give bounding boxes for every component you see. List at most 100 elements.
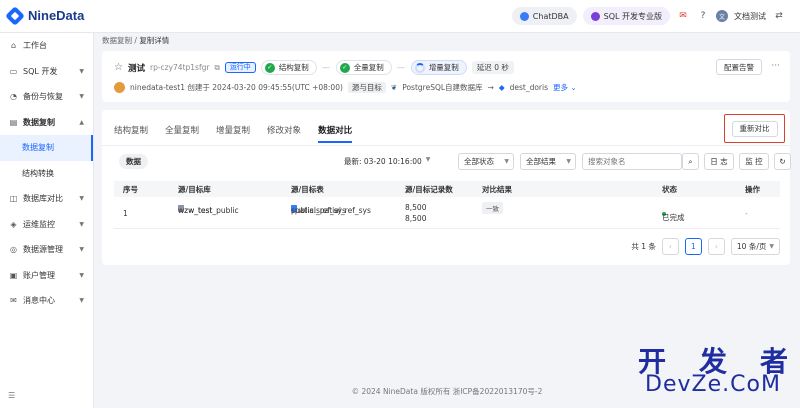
chevron-down-icon: ▼ <box>566 158 571 165</box>
more-icon[interactable]: ··· <box>771 61 780 71</box>
page-size-select[interactable]: 10 条/页 ▼ <box>730 238 780 255</box>
top-bar: NineData ChatDBA SQL 开发专业版 ✉ ? 文 文档测试 ⇄ <box>0 0 800 33</box>
collapse-sidebar-icon[interactable]: ☰ <box>8 391 15 400</box>
task-name: 测试 <box>127 63 145 74</box>
table-target: spatial_ref_sys <box>291 206 346 215</box>
page-1[interactable]: 1 <box>684 238 702 255</box>
config-alert-button[interactable]: 配置告警 <box>716 59 762 75</box>
language-icon[interactable]: ⇄ <box>772 9 786 23</box>
stage-full[interactable]: ✓ 全量复制 <box>335 60 392 75</box>
more-link[interactable]: 更多 ⌄ <box>553 82 577 93</box>
result-select[interactable]: 全部结果 ▼ <box>520 153 576 170</box>
check-icon: ✓ <box>264 62 275 73</box>
header-index: 序号 <box>123 185 138 194</box>
header-count: 源/目标记录数 <box>405 185 453 194</box>
header-table: 源/目标表 <box>291 185 324 194</box>
row-action[interactable]: - <box>745 209 748 218</box>
count-source: 8,500 <box>405 203 427 212</box>
sidebar: ⌂ 工作台 ▭ SQL 开发 ▼ ◔ 备份与恢复 ▼ ▤ 数据复制 ▲ 数据复制 结构转换 ◫… <box>0 33 94 408</box>
log-button[interactable]: 日 志 <box>704 153 734 170</box>
help-icon[interactable]: ? <box>696 9 710 23</box>
delay-badge: 延迟 0 秒 <box>471 61 514 74</box>
ninedata-logo-icon <box>5 5 25 26</box>
sidebar-item-backup[interactable]: ◔ 备份与恢复 ▼ <box>0 84 93 110</box>
sidebar-item-monitor[interactable]: ◈ 运维监控 ▼ <box>0 212 93 238</box>
sidebar-item-label: 工作台 <box>23 41 47 51</box>
header-db: 源/目标库 <box>178 185 211 194</box>
sidebar-item-label: SQL 开发 <box>23 66 58 76</box>
result-select-value: 全部结果 <box>526 157 556 166</box>
sidebar-item-messages[interactable]: ✉ 消息中心 ▼ <box>0 288 93 314</box>
chevron-down-icon: ▼ <box>79 246 84 254</box>
postgresql-icon: ❦ <box>390 83 398 92</box>
sidebar-item-label: 数据复制 <box>23 117 55 127</box>
source-name: PostgreSQL自建数据库 <box>402 83 483 92</box>
sidebar-subitem-replication[interactable]: 数据复制 <box>0 135 93 161</box>
sidebar-item-workbench[interactable]: ⌂ 工作台 <box>0 33 93 59</box>
page-size-value: 10 条/页 <box>736 242 767 251</box>
tab-incremental[interactable]: 增量复制 <box>216 124 250 143</box>
user-name[interactable]: 文档测试 <box>734 11 766 22</box>
row-status-label: 已完成 <box>662 213 685 222</box>
star-icon[interactable]: ☆ <box>114 62 123 73</box>
sidebar-item-account[interactable]: ▣ 账户管理 ▼ <box>0 263 93 289</box>
tab-modify-objects[interactable]: 修改对象 <box>267 124 301 143</box>
chevron-down-icon: ▼ <box>79 93 84 101</box>
logo[interactable]: NineData <box>5 5 84 26</box>
tab-structure[interactable]: 结构复制 <box>114 124 148 143</box>
chevron-down-icon: ▼ <box>79 271 84 279</box>
sidebar-subitem-schema-convert[interactable]: 结构转换 <box>0 161 93 187</box>
stage-label: 结构复制 <box>278 63 309 72</box>
status-select[interactable]: 全部状态 ▼ <box>458 153 514 170</box>
status-badge: 运行中 <box>224 62 256 73</box>
chevron-down-icon: ▼ <box>79 195 84 203</box>
table-header: 序号 源/目标库 源/目标表 源/目标记录数 对比结果 状态 操作 <box>114 181 780 197</box>
data-chip[interactable]: 数据 <box>119 154 148 169</box>
chevron-up-icon: ▲ <box>79 118 84 126</box>
sidebar-item-datasource[interactable]: ◎ 数据源管理 ▼ <box>0 237 93 263</box>
sidebar-item-db-compare[interactable]: ◫ 数据库对比 ▼ <box>0 186 93 212</box>
search-input[interactable] <box>582 153 682 170</box>
breadcrumb-parent[interactable]: 数据复制 <box>102 36 132 45</box>
next-page-icon[interactable]: › <box>707 238 725 255</box>
sql-pro-label: SQL 开发专业版 <box>603 11 662 21</box>
account-icon: ▣ <box>9 270 18 280</box>
tab-data-compare[interactable]: 数据对比 <box>318 124 353 143</box>
chatdba-icon <box>519 11 529 21</box>
recompare-button[interactable]: 重新对比 <box>731 120 778 137</box>
prev-page-icon[interactable]: ‹ <box>661 238 679 255</box>
copy-icon: ▤ <box>9 117 18 127</box>
chatdba-button[interactable]: ChatDBA <box>511 7 577 25</box>
doris-icon: ◆ <box>498 83 505 92</box>
source-target-label: 源与目标 <box>347 82 386 93</box>
latest-time[interactable]: 最新: 03-20 10:16:00 ▼ <box>344 156 430 167</box>
stage-incremental[interactable]: 增量复制 <box>410 60 467 75</box>
mail-icon: ✉ <box>10 296 17 306</box>
creator-info: ninedata-test1 创建于 2024-03-20 09:45:55(U… <box>130 83 343 92</box>
check-icon: ✓ <box>339 62 350 73</box>
chevron-down-icon: ▼ <box>769 243 774 250</box>
avatar[interactable]: 文 <box>716 10 728 22</box>
chevron-down-icon: ▼ <box>79 220 84 228</box>
target-name: dest_doris <box>509 83 549 92</box>
copy-icon[interactable]: ⧉ <box>214 63 219 73</box>
terminal-icon: ▭ <box>9 66 18 76</box>
sidebar-item-sql[interactable]: ▭ SQL 开发 ▼ <box>0 59 93 85</box>
sidebar-item-label: 数据源管理 <box>23 245 63 255</box>
refresh-icon[interactable]: ↻ <box>774 153 791 170</box>
sidebar-item-label: 运维监控 <box>23 219 55 229</box>
sidebar-item-label: 数据库对比 <box>23 194 63 204</box>
header-action: 操作 <box>745 185 760 194</box>
backup-icon: ◔ <box>10 92 17 102</box>
result-badge: 一致 <box>482 202 503 214</box>
sql-pro-button[interactable]: SQL 开发专业版 <box>582 7 670 25</box>
tab-full[interactable]: 全量复制 <box>165 124 199 143</box>
sidebar-item-replication[interactable]: ▤ 数据复制 ▲ <box>0 110 93 136</box>
sidebar-item-label: 消息中心 <box>23 296 55 306</box>
search-icon[interactable]: ⌕ <box>682 153 699 170</box>
notification-icon[interactable]: ✉ <box>676 9 690 23</box>
chatdba-label: ChatDBA <box>532 11 569 21</box>
monitor-button[interactable]: 监 控 <box>739 153 769 170</box>
breadcrumb-current: 复制详情 <box>139 36 170 45</box>
stage-structure[interactable]: ✓ 结构复制 <box>260 60 317 75</box>
